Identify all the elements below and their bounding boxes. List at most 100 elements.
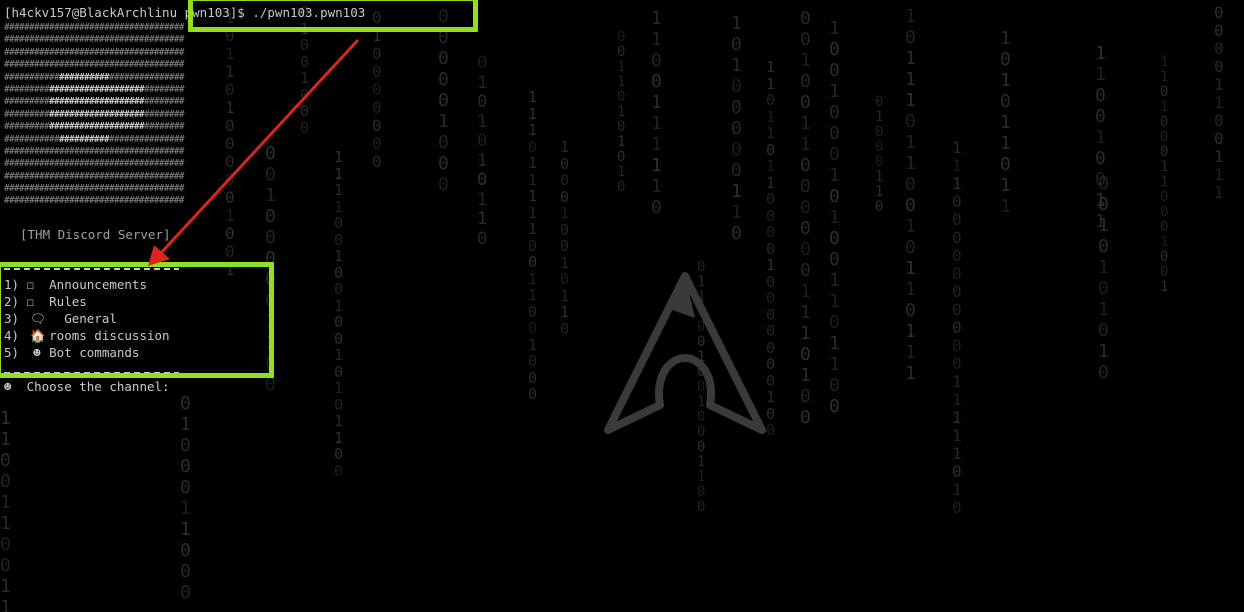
matrix-digit: 0 <box>334 395 344 414</box>
menu-highlight-box <box>0 262 274 378</box>
prompt-user: [h4ckv157@BlackArchlinu <box>4 5 178 20</box>
matrix-digit: 1 <box>334 148 344 166</box>
matrix-digit: 0 <box>829 102 840 123</box>
matrix-digit: 0 <box>1160 189 1169 205</box>
matrix-digit: 0 <box>334 329 344 348</box>
matrix-digit: 0 <box>829 228 840 249</box>
matrix-digit: 1 <box>875 109 884 125</box>
matrix-digit: 1 <box>800 50 811 71</box>
matrix-digit: 1 <box>560 303 570 321</box>
matrix-digit: 0 <box>180 477 191 498</box>
matrix-digit: 0 <box>697 484 706 500</box>
matrix-digit: 0 <box>766 140 776 159</box>
matrix-digit: 0 <box>952 498 962 517</box>
matrix-digit: 1 <box>952 444 962 463</box>
matrix-digit: 1 <box>1095 127 1106 148</box>
matrix-digit: 1 <box>651 29 662 50</box>
matrix-digit: 1 <box>829 207 840 228</box>
matrix-digit: 1 <box>905 69 916 90</box>
matrix-digit: 0 <box>0 555 11 576</box>
matrix-digit: 0 <box>829 60 840 81</box>
arch-linux-logo-icon <box>604 272 766 434</box>
matrix-digit: 0 <box>225 224 235 243</box>
matrix-digit: 1 <box>766 58 776 76</box>
matrix-digit: 1 <box>477 111 488 132</box>
matrix-digit: 0 <box>1095 148 1106 169</box>
matrix-digit: 1 <box>225 206 235 225</box>
matrix-digit: 0 <box>875 199 884 215</box>
ascii-art-row: #################################### <box>4 59 185 71</box>
matrix-digit: 0 <box>265 374 276 395</box>
matrix-digit: 0 <box>1098 320 1109 341</box>
choose-channel-prompt[interactable]: ☻ Choose the channel: <box>4 378 170 395</box>
matrix-digit: 1 <box>617 104 626 120</box>
matrix-digit: 0 <box>225 170 235 189</box>
matrix-digit: 1 <box>334 428 344 447</box>
matrix-digit: 1 <box>800 113 811 134</box>
matrix-digit: 1 <box>651 176 662 197</box>
matrix-digit: 0 <box>952 354 962 373</box>
matrix-digit: 1 <box>952 372 962 391</box>
matrix-digit: 0 <box>560 270 570 288</box>
matrix-digit: 0 <box>829 249 840 270</box>
matrix-digit: 1 <box>225 44 235 63</box>
command-highlight-box <box>188 0 478 32</box>
matrix-digit: 1 <box>905 132 916 153</box>
matrix-digit: 1 <box>905 216 916 237</box>
matrix-digit: 0 <box>651 197 662 218</box>
matrix-digit: 0 <box>651 50 662 71</box>
smiley-icon: ☻ <box>4 379 12 394</box>
matrix-digit: 0 <box>1095 85 1106 106</box>
terminal-screen: 1011010000010010010000011000100100011110… <box>0 0 1244 612</box>
matrix-digit: 1 <box>1095 43 1106 64</box>
matrix-digit: 0 <box>225 134 235 153</box>
matrix-digit: 0 <box>766 91 776 109</box>
matrix-digit: 0 <box>180 540 191 561</box>
matrix-digit: 0 <box>528 385 538 403</box>
matrix-digit: 1 <box>829 270 840 291</box>
matrix-digit: 0 <box>952 282 962 301</box>
matrix-digit: 0 <box>829 375 840 396</box>
matrix-digit: 0 <box>334 313 344 331</box>
matrix-digit: 0 <box>300 36 310 54</box>
ascii-art-row: #################################### <box>4 71 185 83</box>
matrix-digit: 0 <box>477 170 488 190</box>
matrix-digit: 0 <box>952 210 962 229</box>
matrix-digit: 0 <box>1160 114 1169 130</box>
matrix-digit: 1 <box>905 153 916 174</box>
matrix-digit: 0 <box>334 280 344 298</box>
matrix-digit: 0 <box>265 164 276 185</box>
matrix-digit: 0 <box>829 186 840 207</box>
matrix-digit: 0 <box>1000 49 1011 70</box>
matrix-digit: 1 <box>617 59 626 75</box>
matrix-digit: 1 <box>829 18 840 39</box>
matrix-digit: 1 <box>952 390 962 409</box>
matrix-digit: 0 <box>372 152 382 171</box>
matrix-digit: 0 <box>905 27 916 48</box>
matrix-digit: 0 <box>829 144 840 165</box>
matrix-digit: 0 <box>372 116 382 135</box>
matrix-digit: 1 <box>766 124 776 142</box>
matrix-digit: 1 <box>1098 257 1109 278</box>
matrix-digit: 0 <box>180 561 191 582</box>
matrix-digit: 1 <box>829 165 840 186</box>
matrix-digit: 0 <box>1160 219 1169 235</box>
matrix-digit: 1 <box>905 6 916 27</box>
matrix-digit: 0 <box>528 253 538 271</box>
matrix-digit: 1 <box>528 154 538 172</box>
matrix-digit: 0 <box>905 237 916 258</box>
matrix-digit: 1 <box>800 134 811 155</box>
matrix-digit: 0 <box>334 445 344 463</box>
ascii-art-row: #################################### <box>4 46 185 58</box>
matrix-digit: 0 <box>528 137 538 156</box>
matrix-digit: 0 <box>731 160 742 181</box>
matrix-digit: 1 <box>905 258 916 279</box>
matrix-digit: 0 <box>300 118 310 137</box>
matrix-digit: 0 <box>334 230 344 249</box>
matrix-digit: 0 <box>560 237 570 255</box>
matrix-digit: 0 <box>875 124 884 140</box>
matrix-digit: 1 <box>829 291 840 312</box>
matrix-digit: 1 <box>697 454 706 470</box>
matrix-digit: 1 <box>651 134 662 155</box>
matrix-digit: 1 <box>180 519 191 540</box>
